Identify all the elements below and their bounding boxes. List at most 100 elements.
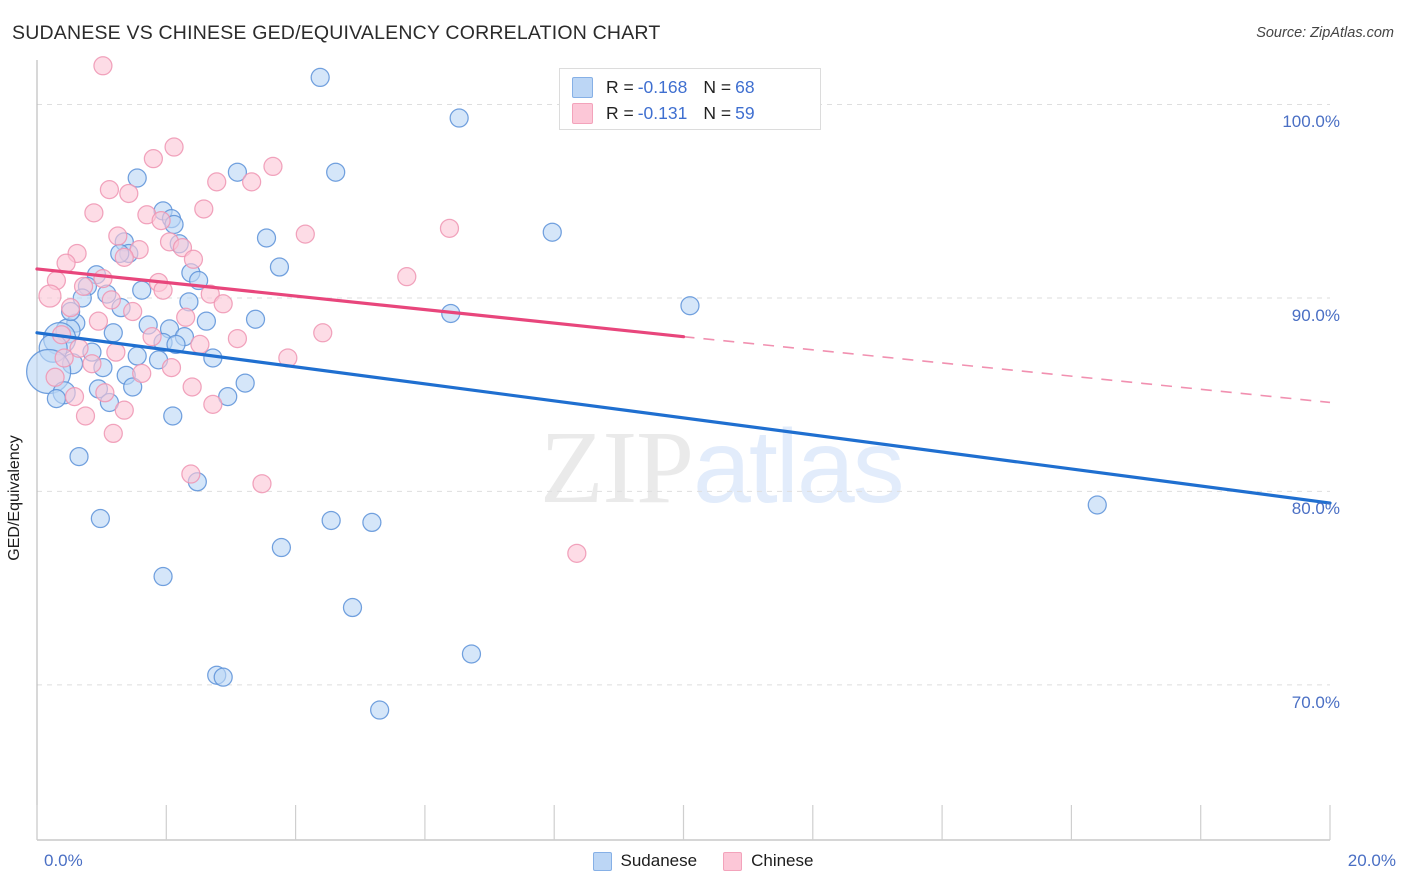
data-point xyxy=(114,247,134,267)
data-point xyxy=(362,512,382,533)
data-point xyxy=(196,311,217,331)
data-point xyxy=(203,394,223,414)
data-point xyxy=(245,309,266,329)
data-point xyxy=(143,149,163,169)
page-title: SUDANESE VS CHINESE GED/EQUIVALENCY CORR… xyxy=(12,22,661,44)
legend-swatch-chinese xyxy=(572,102,593,124)
data-point xyxy=(84,203,104,223)
series-swatch-sudanese xyxy=(592,851,612,871)
data-point xyxy=(397,267,417,287)
data-point xyxy=(542,222,562,242)
data-point xyxy=(132,363,152,384)
data-point xyxy=(370,700,390,720)
data-point xyxy=(114,400,134,420)
data-point xyxy=(271,537,292,558)
data-point xyxy=(151,210,171,231)
correlation-legend: R = -0.168 N = 68 R = -0.131 N = 59 xyxy=(559,68,821,130)
data-point xyxy=(326,162,346,182)
data-point xyxy=(88,311,109,331)
data-point xyxy=(321,510,341,531)
data-point xyxy=(106,342,126,362)
data-point xyxy=(680,296,700,316)
trendline-projection-chinese xyxy=(683,335,1331,404)
series-label-chinese: Chinese xyxy=(751,851,814,870)
data-point xyxy=(119,183,139,204)
y-axis-label: GED/Equivalency xyxy=(6,435,23,561)
data-point xyxy=(227,328,248,349)
data-point xyxy=(103,323,123,343)
data-point xyxy=(213,667,233,687)
data-point xyxy=(213,294,233,314)
trendline-sudanese xyxy=(35,331,1332,505)
data-point xyxy=(90,508,110,529)
data-point xyxy=(163,406,183,426)
data-point xyxy=(99,179,120,200)
data-point xyxy=(449,108,469,128)
plot-area: GED/Equivalency xyxy=(6,56,1332,841)
data-point xyxy=(310,67,330,88)
data-point xyxy=(190,334,210,355)
legend-n-label-chinese: N = xyxy=(703,102,732,123)
data-point xyxy=(56,253,76,273)
data-point xyxy=(194,199,214,219)
data-point xyxy=(256,228,277,248)
data-point xyxy=(235,373,255,393)
data-point xyxy=(439,218,460,238)
legend-swatch-sudanese xyxy=(572,76,593,98)
data-point xyxy=(142,327,162,347)
data-point xyxy=(153,566,173,587)
series-legend-item-chinese[interactable]: Chinese xyxy=(723,851,813,871)
legend-n-value-sudanese: 68 xyxy=(735,76,755,97)
data-point xyxy=(54,348,74,368)
data-point xyxy=(161,357,182,378)
data-point xyxy=(313,323,333,343)
data-point xyxy=(183,249,204,269)
data-point xyxy=(181,464,201,484)
data-point xyxy=(95,383,115,403)
data-point xyxy=(38,284,62,308)
data-point xyxy=(93,56,113,76)
legend-n-value-chinese: 59 xyxy=(735,102,755,123)
source-label: Source: ZipAtlas.com xyxy=(1256,25,1394,41)
data-point xyxy=(179,292,199,312)
data-point xyxy=(263,156,283,177)
scatter-canvas xyxy=(26,56,1332,841)
legend-n-label-sudanese: N = xyxy=(703,76,732,97)
data-point xyxy=(123,301,143,322)
data-point xyxy=(269,257,290,277)
data-point xyxy=(60,298,81,318)
data-point xyxy=(101,290,121,310)
data-point xyxy=(295,224,315,244)
series-label-sudanese: Sudanese xyxy=(620,851,698,870)
data-point xyxy=(103,423,123,444)
data-point xyxy=(108,226,128,246)
data-point xyxy=(127,346,147,366)
legend-r-value-sudanese: -0.168 xyxy=(637,76,688,97)
data-point xyxy=(132,280,152,300)
legend-row-sudanese: R = -0.168 N = 68 xyxy=(572,74,755,100)
data-point xyxy=(69,446,89,467)
data-point xyxy=(242,172,262,192)
correlation-chart-page: SUDANESE VS CHINESE GED/EQUIVALENCY CORR… xyxy=(0,0,1406,892)
legend-r-value-chinese: -0.131 xyxy=(637,102,688,123)
y-tick-label: 90.0% xyxy=(1291,305,1340,325)
data-point xyxy=(46,388,67,409)
data-point xyxy=(207,172,227,192)
data-point xyxy=(1087,495,1107,515)
legend-r-label-sudanese: R = xyxy=(606,76,634,97)
legend-r-label-chinese: R = xyxy=(606,102,634,123)
series-legend: Sudanese Chinese xyxy=(0,851,1406,871)
data-point xyxy=(64,387,85,407)
data-point xyxy=(342,597,363,618)
data-point xyxy=(567,543,587,563)
data-point xyxy=(164,137,184,157)
series-swatch-chinese xyxy=(723,851,743,871)
y-tick-label: 100.0% xyxy=(1282,112,1340,132)
series-legend-item-sudanese[interactable]: Sudanese xyxy=(592,851,698,871)
y-tick-label: 70.0% xyxy=(1291,692,1340,712)
y-tick-label: 80.0% xyxy=(1291,499,1340,519)
data-point xyxy=(182,377,202,397)
data-point xyxy=(93,268,113,289)
data-point xyxy=(176,307,196,327)
data-point xyxy=(82,354,102,374)
